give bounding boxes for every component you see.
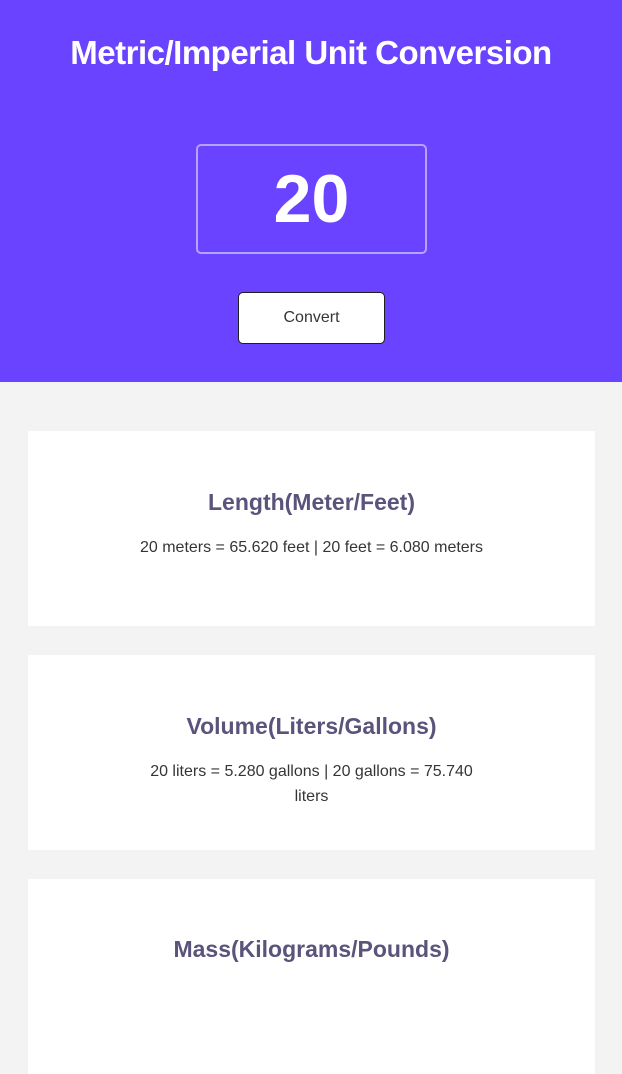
volume-card-title: Volume(Liters/Gallons): [186, 713, 437, 739]
header: Metric/Imperial Unit Conversion Convert: [0, 0, 622, 382]
length-card: Length(Meter/Feet) 20 meters = 65.620 fe…: [28, 431, 595, 626]
mass-card: Mass(Kilograms/Pounds): [28, 879, 595, 1074]
length-card-result: 20 meters = 65.620 feet | 20 feet = 6.08…: [139, 539, 484, 556]
mass-card-title: Mass(Kilograms/Pounds): [173, 936, 450, 962]
page-title: Metric/Imperial Unit Conversion: [70, 34, 552, 71]
number-input[interactable]: [196, 144, 427, 254]
convert-button[interactable]: Convert: [238, 292, 385, 344]
volume-card-result: 20 liters = 5.280 gallons | 20 gallons =…: [150, 763, 473, 805]
volume-card: Volume(Liters/Gallons) 20 liters = 5.280…: [28, 655, 595, 850]
length-card-title: Length(Meter/Feet): [208, 489, 415, 515]
